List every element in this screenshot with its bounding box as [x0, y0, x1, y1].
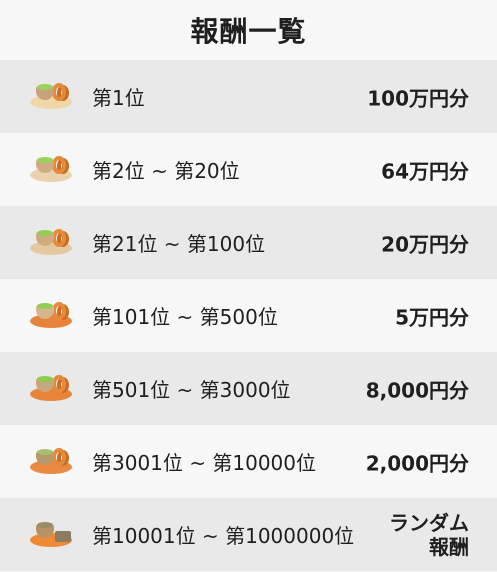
tea-cup-donut-icon — [28, 444, 76, 480]
reward-row-6: 第3001位 ~ 第10000位 2,000円分 — [0, 425, 497, 498]
reward-amount: 100万円分 — [367, 86, 469, 110]
reward-row-2: 第2位 ~ 第20位 64万円分 — [0, 133, 497, 206]
reward-row-4: 第101位 ~ 第500位 5万円分 — [0, 279, 497, 352]
reward-row-5: 第501位 ~ 第3000位 8,000円分 — [0, 352, 497, 425]
reward-line-1: ランダム — [389, 510, 469, 535]
matcha-cup-donut-icon — [28, 371, 76, 407]
reward-amount: 2,000円分 — [365, 451, 469, 475]
rank-label: 第21位 ~ 第100位 — [92, 232, 266, 256]
reward-amount: ランダム 報酬 — [381, 511, 469, 559]
page-title: 報酬一覧 — [0, 0, 497, 60]
reward-row-1: 第1位 100万円分 — [0, 60, 497, 133]
reward-row-7: 第10001位 ~ 第1000000位 ランダム 報酬 — [0, 498, 497, 571]
rank-label: 第2位 ~ 第20位 — [92, 159, 240, 183]
matcha-cup-donut-icon — [28, 298, 76, 334]
reward-table: 第1位 100万円分 第2位 ~ 第20位 64万円分 第21位 ~ 第100位… — [0, 60, 497, 571]
rank-label: 第101位 ~ 第500位 — [92, 305, 278, 329]
tea-cup-cake-icon — [28, 517, 76, 553]
reward-line-2: 報酬 — [429, 534, 469, 559]
reward-amount: 8,000円分 — [365, 378, 469, 402]
rank-label: 第501位 ~ 第3000位 — [92, 378, 291, 402]
reward-list-page: 報酬一覧 第1位 100万円分 第2位 ~ 第20位 64万円分 第21位 ~ … — [0, 0, 497, 572]
matcha-cup-donut-icon — [28, 152, 76, 188]
rank-label: 第3001位 ~ 第10000位 — [92, 451, 316, 475]
matcha-cup-donut-icon — [28, 225, 76, 261]
matcha-cup-donut-icon — [28, 79, 76, 115]
reward-amount: 64万円分 — [381, 159, 469, 183]
reward-amount: 20万円分 — [381, 232, 469, 256]
reward-amount: 5万円分 — [395, 305, 469, 329]
reward-row-3: 第21位 ~ 第100位 20万円分 — [0, 206, 497, 279]
rank-label: 第1位 — [92, 86, 145, 110]
rank-label: 第10001位 ~ 第1000000位 — [92, 524, 355, 548]
